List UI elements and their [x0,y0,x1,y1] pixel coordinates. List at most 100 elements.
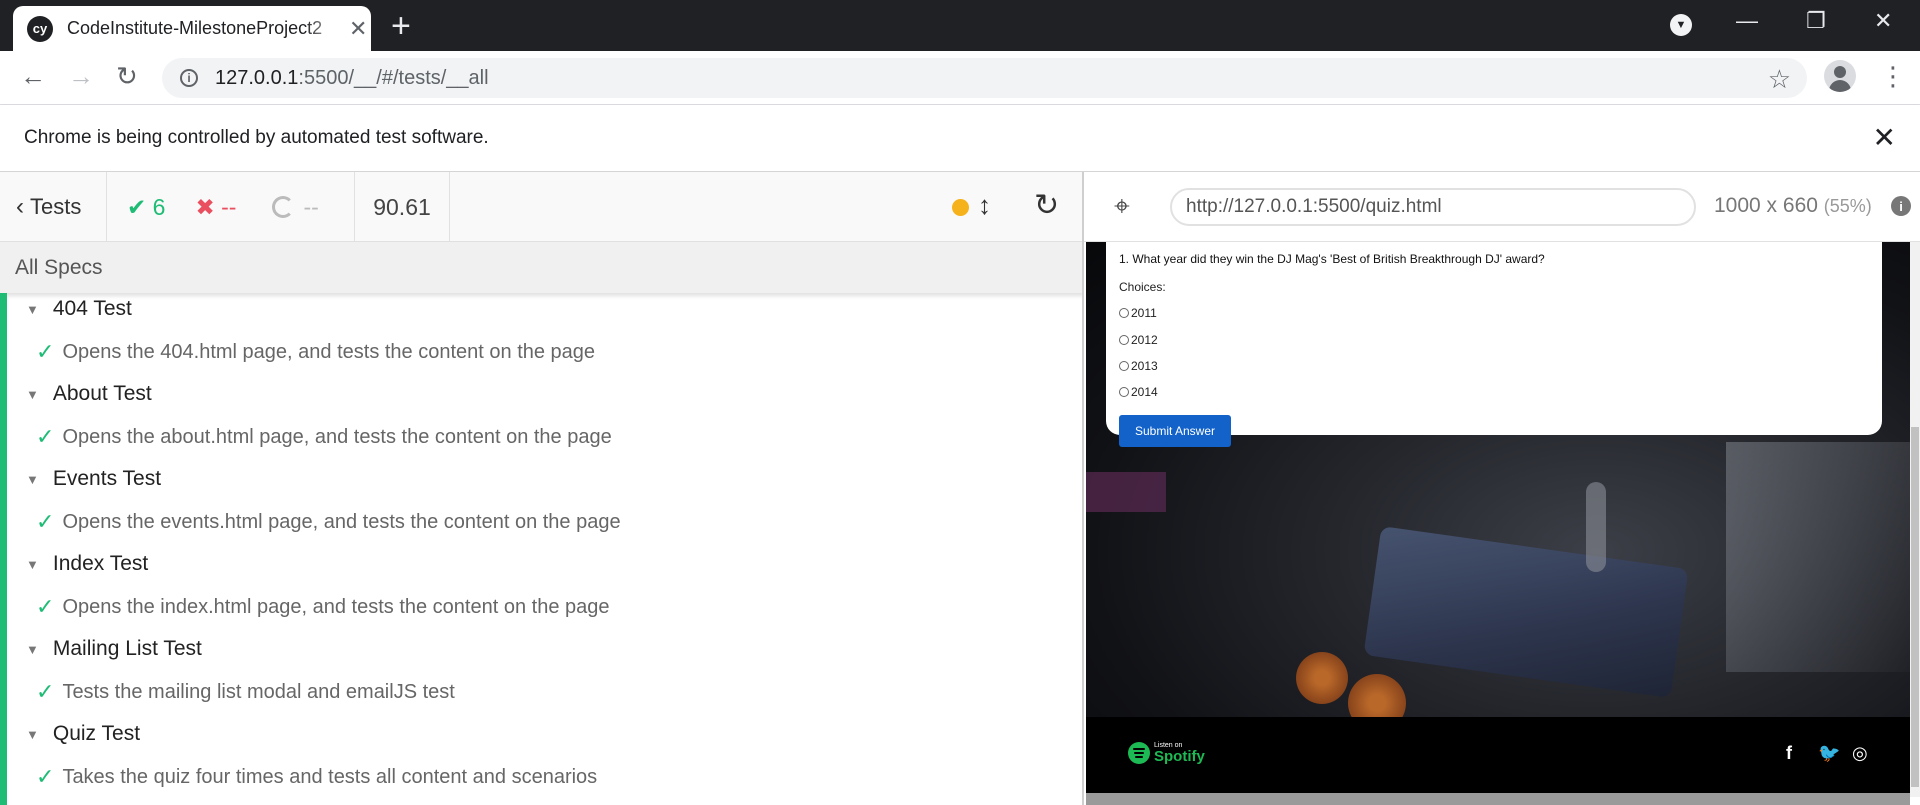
infobar-text: Chrome is being controlled by automated … [24,127,489,148]
check-icon: ✓ [36,764,55,789]
quiz-card: 1. What year did they win the DJ Mag's '… [1106,242,1882,447]
all-specs-header: All Specs [0,242,1082,293]
caret-down-icon: ▼ [26,556,39,572]
suite-item[interactable]: ▼ Events Test [26,467,161,491]
test-stats: ✔ 6 ✖ -- -- [107,172,355,242]
auto-scroll-toggle-icon[interactable]: ↕ [978,190,991,221]
tab-search-icon[interactable]: ▼ [1670,14,1692,36]
test-title: Tests the mailing list modal and emailJS… [62,680,455,703]
spotify-icon [1128,742,1150,764]
dj-deck-knob-image [1296,652,1348,704]
pending-stat: -- [272,193,319,221]
rerun-tests-icon[interactable]: ↻ [1034,188,1059,223]
radio-button[interactable] [1119,335,1129,345]
forward-icon[interactable]: → [68,61,94,92]
url-path: :5500/__/#/tests/__all [298,66,489,89]
profile-avatar-icon[interactable] [1824,60,1856,92]
infobar-close-icon[interactable]: ✕ [1873,121,1896,154]
test-title: Opens the index.html page, and tests the… [62,595,610,618]
suite-item[interactable]: ▼ About Test [26,382,152,406]
background-photo-detail [1726,442,1910,672]
check-icon: ✓ [36,679,55,704]
check-icon: ✓ [36,424,55,449]
omnibox[interactable]: i 127.0.0.1:5500/__/#/tests/__all ☆ [162,58,1807,98]
suite-item[interactable]: ▼ 404 Test [26,297,132,321]
passed-stat: ✔ 6 [127,194,165,221]
instagram-icon[interactable]: ◎ [1852,743,1868,764]
choice-label: 2011 [1131,306,1157,320]
caret-down-icon: ▼ [26,301,39,317]
new-tab-icon[interactable]: + [391,9,411,43]
choice-label: 2012 [1131,333,1158,347]
minimize-icon[interactable]: — [1736,8,1758,34]
suite-title: 404 Test [52,297,132,320]
aut-url-field[interactable]: http://127.0.0.1:5500/quiz.html [1170,188,1696,226]
test-item[interactable]: ✓ Opens the about.html page, and tests th… [36,424,612,450]
submit-answer-button[interactable]: Submit Answer [1119,415,1231,447]
browser-tab-strip: cy CodeInstitute-MilestoneProject2 ✕ + ▼… [0,0,1920,51]
viewport-info-icon[interactable]: i [1891,196,1911,216]
running-status-dot [952,199,969,216]
tab-close-icon[interactable]: ✕ [349,16,367,42]
tests-button[interactable]: ‹ Tests [0,172,107,242]
caret-down-icon: ▼ [26,726,39,742]
tab-title: CodeInstitute-MilestoneProject2 [67,18,323,38]
address-bar-row: ← → ↻ i 127.0.0.1:5500/__/#/tests/__all … [0,51,1920,105]
suite-title: Quiz Test [52,722,141,745]
pending-count: -- [303,193,319,220]
reload-page-icon[interactable]: ↻ [116,61,138,92]
choice-option[interactable]: 2011 [1119,306,1157,320]
radio-button[interactable] [1119,308,1129,318]
run-duration: 90.61 [355,172,450,242]
suite-item[interactable]: ▼ Index Test [26,552,148,576]
spotify-wordmark: Listen on Spotify [1154,742,1205,764]
test-item[interactable]: ✓ Opens the events.html page, and tests t… [36,509,621,535]
test-item[interactable]: ✓ Opens the index.html page, and tests th… [36,594,610,620]
suite-title: About Test [52,382,152,405]
selector-playground-icon[interactable]: ⌖ [1114,190,1130,223]
choices-label: Choices: [1119,280,1166,294]
test-title: Opens the about.html page, and tests the… [62,425,612,448]
check-icon: ✔ [127,193,147,220]
aut-scrollbar-thumb[interactable] [1911,427,1919,787]
choice-option[interactable]: 2013 [1119,359,1158,373]
suite-item[interactable]: ▼ Quiz Test [26,722,140,746]
browser-menu-icon[interactable]: ⋮ [1880,61,1906,92]
window-close-icon[interactable]: ✕ [1874,8,1892,34]
choice-option[interactable]: 2014 [1119,385,1158,399]
restore-icon[interactable]: ❐ [1806,8,1826,34]
chevron-left-icon: ‹ [16,193,24,220]
viewport-dimensions: 1000 x 660 [1714,194,1818,217]
browser-tab[interactable]: cy CodeInstitute-MilestoneProject2 ✕ [13,6,371,51]
radio-button[interactable] [1119,387,1129,397]
dj-deck-display-image [1363,526,1689,698]
radio-button[interactable] [1119,361,1129,371]
test-item[interactable]: ✓ Takes the quiz four times and tests all… [36,764,597,790]
pass-status-bar [0,293,7,805]
background-photo-detail [1086,472,1166,512]
cypress-favicon-icon: cy [27,15,53,42]
suite-title: Events Test [52,467,162,490]
caret-down-icon: ▼ [26,386,39,402]
check-icon: ✓ [36,509,55,534]
aut-scrollbar[interactable] [1910,242,1920,797]
viewport-scale: (55%) [1823,196,1872,216]
pending-ring-icon [272,196,295,218]
viewport-size: 1000 x 660 (55%) [1714,194,1872,218]
x-icon: ✖ [195,193,215,220]
site-info-icon[interactable]: i [180,69,198,87]
back-icon[interactable]: ← [20,61,46,92]
bookmark-star-icon[interactable]: ☆ [1768,64,1791,95]
twitter-icon[interactable]: 🐦 [1818,743,1840,764]
choice-option[interactable]: 2012 [1119,333,1158,347]
frame-bottom-edge [1086,793,1910,805]
facebook-icon[interactable]: f [1786,743,1792,764]
suite-title: Index Test [52,552,149,575]
test-item[interactable]: ✓ Tests the mailing list modal and emailJ… [36,679,455,705]
aut-iframe: 1. What year did they win the DJ Mag's '… [1086,242,1910,805]
test-title: Opens the events.html page, and tests th… [62,510,621,533]
spotify-link[interactable]: Listen on Spotify [1128,742,1205,764]
suite-title: Mailing List Test [52,637,202,660]
test-item[interactable]: ✓ Opens the 404.html page, and tests the … [36,339,595,365]
suite-item[interactable]: ▼ Mailing List Test [26,637,202,661]
